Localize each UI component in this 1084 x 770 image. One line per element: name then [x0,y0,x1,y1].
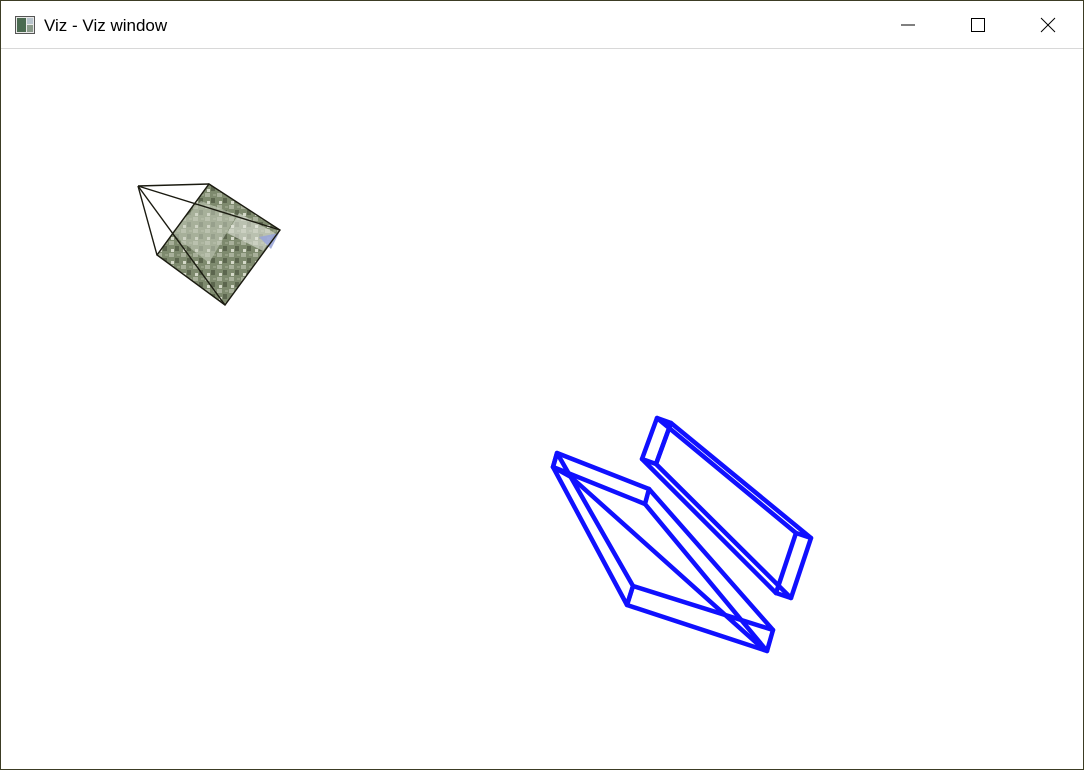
close-button[interactable] [1013,1,1083,48]
viz-window: Viz - Viz window [0,0,1084,770]
viz-app-icon [15,16,35,34]
scene-canvas [137,183,814,654]
window-title: Viz - Viz window [44,16,168,35]
minimize-icon [901,24,915,25]
maximize-icon [971,17,985,32]
3d-viewport[interactable] [1,49,1083,769]
minimize-button[interactable] [873,1,943,48]
camera-frustum [137,183,282,306]
title-bar[interactable]: Viz - Viz window [1,1,1083,49]
maximize-button[interactable] [943,1,1013,48]
close-icon [1040,17,1056,32]
